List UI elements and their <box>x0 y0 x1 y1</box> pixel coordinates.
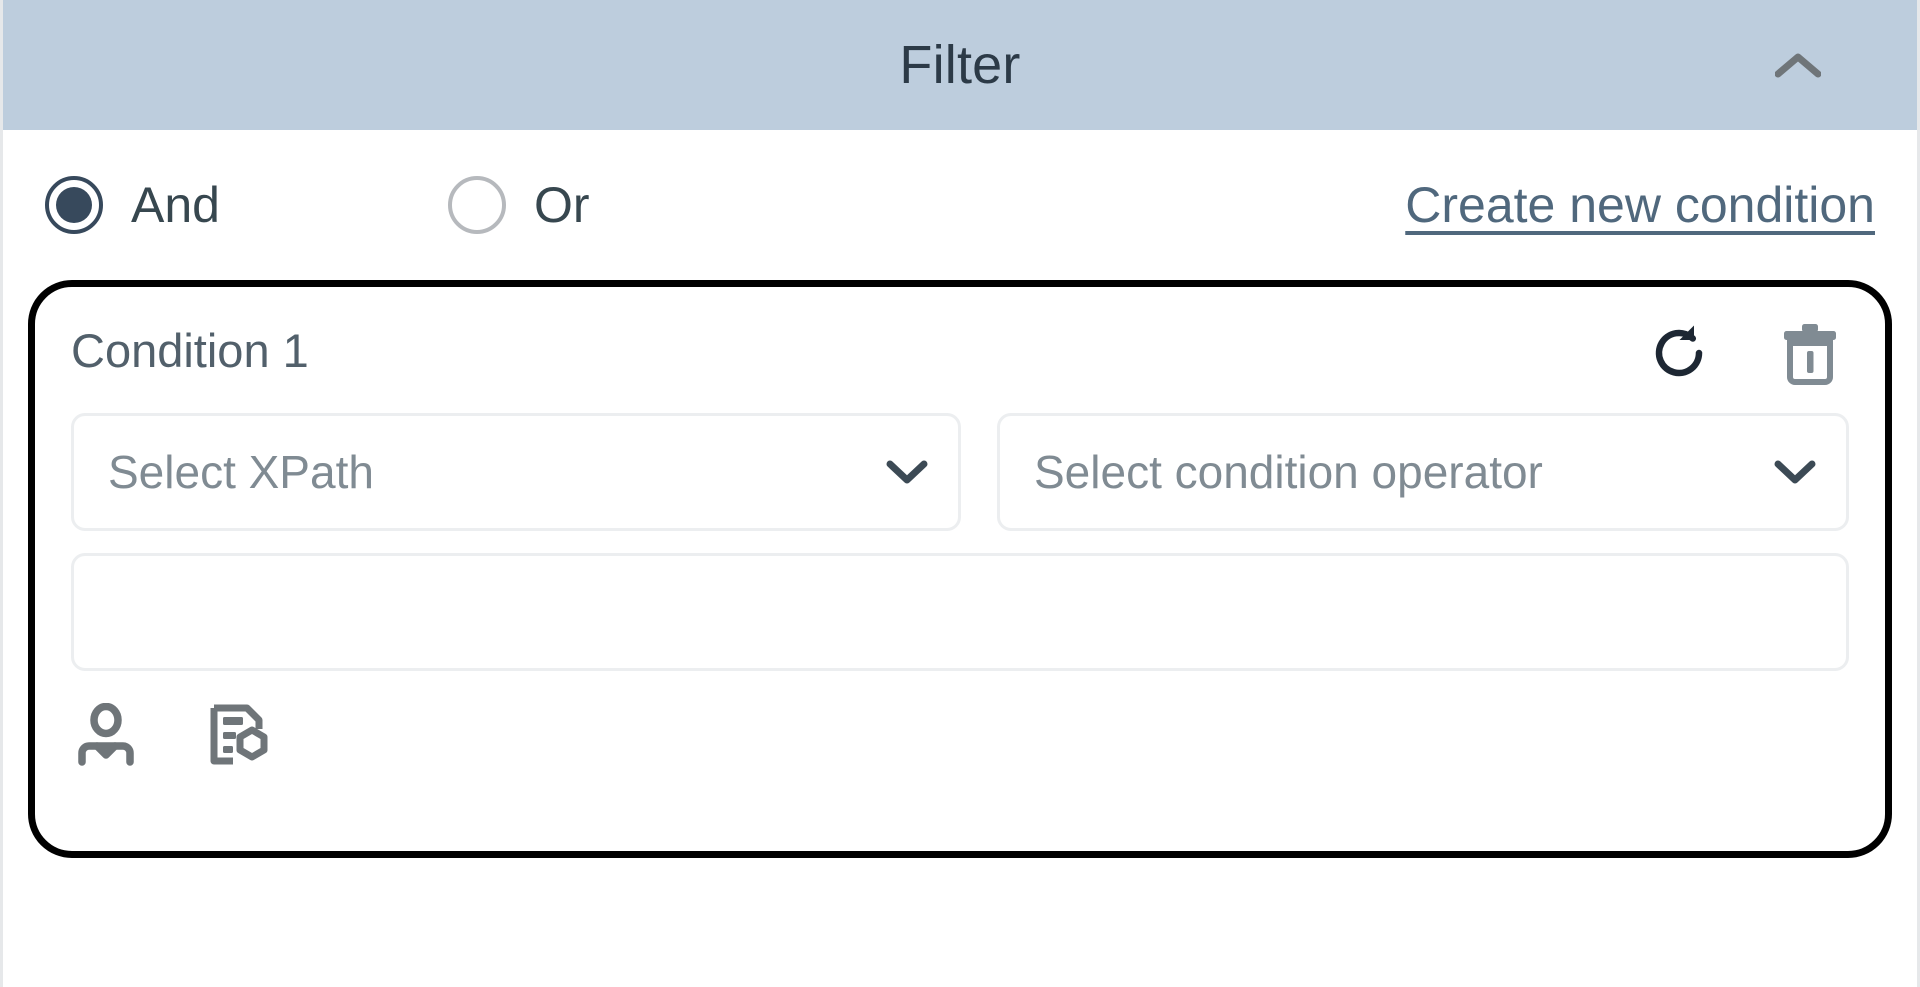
trash-icon <box>1784 324 1836 385</box>
condition-card-actions <box>1647 321 1849 385</box>
xpath-select-caret <box>862 459 928 485</box>
refresh-icon <box>1655 325 1703 377</box>
condition-value-input[interactable] <box>71 553 1849 671</box>
condition-card[interactable]: Condition 1 Select XPath Select conditio… <box>28 280 1892 858</box>
operator-select-caret <box>1750 459 1816 485</box>
create-new-condition-link[interactable]: Create new condition <box>1405 180 1875 230</box>
document-rules-icon <box>210 704 268 765</box>
radio-option-and[interactable]: And <box>45 176 220 234</box>
condition-card-header: Condition 1 <box>71 321 1849 407</box>
condition-selects-row: Select XPath Select condition operator <box>71 413 1849 531</box>
radio-dot-or <box>459 187 495 223</box>
radio-dot-and <box>56 187 92 223</box>
page-title: Filter <box>899 35 1021 95</box>
user-icon-button[interactable] <box>77 703 141 767</box>
chevron-down-icon <box>1774 460 1816 484</box>
radio-option-or[interactable]: Or <box>447 176 590 234</box>
delete-condition-button[interactable] <box>1781 321 1839 385</box>
logic-operator-row: And Or Create new condition <box>31 130 1889 280</box>
xpath-select-placeholder: Select XPath <box>108 446 374 498</box>
chevron-up-icon <box>1775 53 1821 78</box>
filter-panel: Filter And Or Create new condition Condi… <box>0 0 1920 987</box>
condition-operator-select[interactable]: Select condition operator <box>997 413 1849 531</box>
user-icon <box>78 703 134 766</box>
filter-panel-body: And Or Create new condition Condition 1 <box>3 130 1917 987</box>
document-rules-icon-button[interactable] <box>207 703 271 767</box>
refresh-condition-button[interactable] <box>1647 321 1711 385</box>
radio-label-and: And <box>131 177 220 233</box>
condition-title: Condition 1 <box>71 324 309 377</box>
chevron-down-icon <box>886 460 928 484</box>
radio-label-or: Or <box>533 177 590 233</box>
collapse-panel-button[interactable] <box>1761 28 1835 102</box>
radio-mark-or <box>447 176 506 234</box>
radio-mark-and <box>45 176 103 234</box>
condition-footer-icons <box>71 703 1849 767</box>
xpath-select[interactable]: Select XPath <box>71 413 961 531</box>
filter-panel-header: Filter <box>3 0 1917 130</box>
condition-operator-select-placeholder: Select condition operator <box>1034 446 1543 498</box>
